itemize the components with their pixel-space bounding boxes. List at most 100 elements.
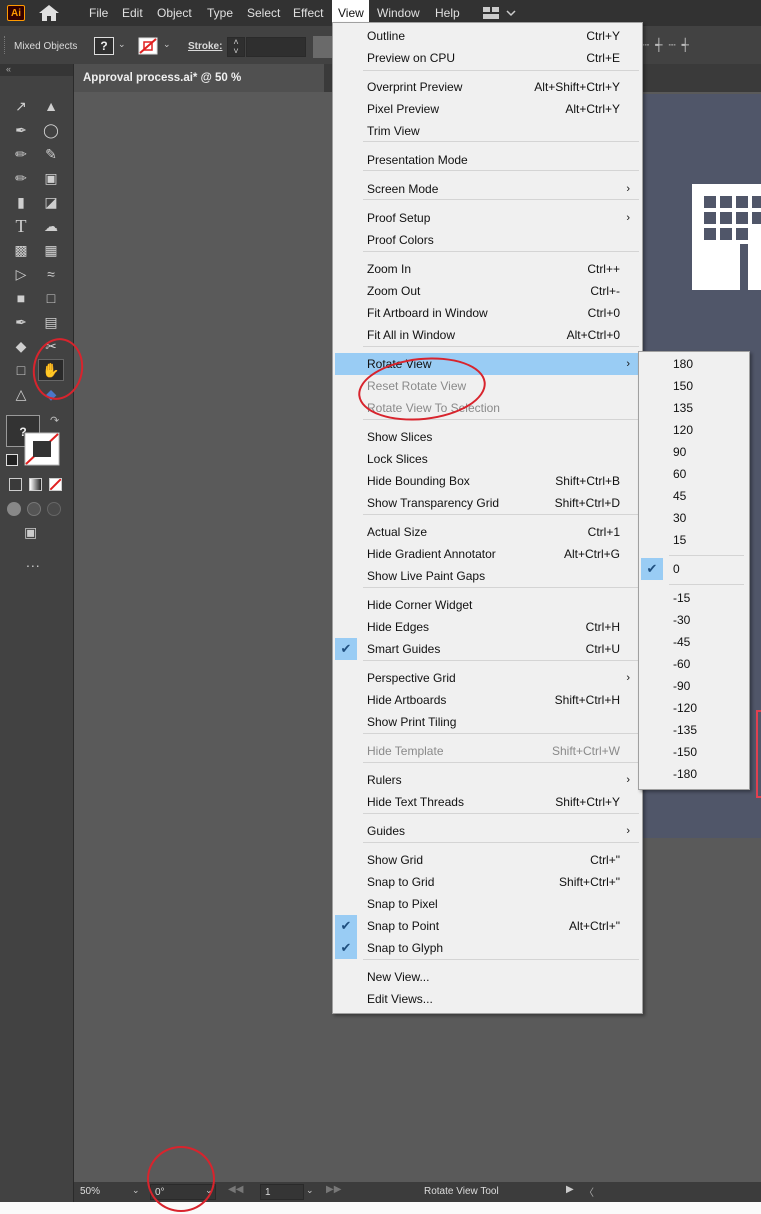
menu-item-lock-slices[interactable]: Lock Slices xyxy=(335,448,638,470)
screen-mode-icon[interactable]: ▣ xyxy=(24,524,48,542)
rotate-option-60[interactable]: 60 xyxy=(641,463,748,485)
rotate-option-minus-120[interactable]: -120 xyxy=(641,697,748,719)
scroll-left-icon[interactable]: 〈 xyxy=(584,1184,594,1199)
menu-item-hide-text-threads[interactable]: Hide Text Threads Shift+Ctrl+Y xyxy=(335,791,638,813)
rotate-option-30[interactable]: 30 xyxy=(641,507,748,529)
stroke-weight-input[interactable] xyxy=(246,37,306,57)
reflect-tool-icon[interactable]: ▷ xyxy=(10,264,32,284)
draw-inside-icon[interactable] xyxy=(47,502,61,516)
gradient-mode-icon[interactable] xyxy=(29,478,42,491)
ellipse-tool-icon[interactable]: ◯ xyxy=(40,120,62,140)
menu-item-screen-mode[interactable]: Screen Mode › xyxy=(335,178,638,200)
more-tools-icon[interactable]: ... xyxy=(26,554,41,570)
menu-item-zoom-in[interactable]: Zoom In Ctrl++ xyxy=(335,258,638,280)
rotate-option-150[interactable]: 150 xyxy=(641,375,748,397)
rotate-option-15[interactable]: 15 xyxy=(641,529,748,551)
shape-builder-tool-icon[interactable]: ■ xyxy=(10,288,32,308)
rotate-option-90[interactable]: 90 xyxy=(641,441,748,463)
menu-item-hide-corner-widget[interactable]: Hide Corner Widget xyxy=(335,594,638,616)
menu-item-proof-colors[interactable]: Proof Colors xyxy=(335,229,638,251)
puppet-warp-tool-icon[interactable]: ▣ xyxy=(40,168,62,188)
scissors-tool-icon[interactable]: ✂ xyxy=(40,336,62,356)
menu-item-snap-to-point[interactable]: ✔ Snap to Point Alt+Ctrl+" xyxy=(335,915,638,937)
menu-object[interactable]: Object xyxy=(151,0,198,26)
menu-type[interactable]: Type xyxy=(201,0,239,26)
document-tab[interactable]: Approval process.ai* @ 50 % (RGB/Preview… xyxy=(74,64,324,112)
workspace-switcher-icon[interactable] xyxy=(482,6,516,20)
3d-tool-icon[interactable]: ◆ xyxy=(40,384,62,404)
eraser-tool-icon[interactable]: ◆ xyxy=(10,336,32,356)
chevron-down-icon[interactable]: ⌄ xyxy=(118,39,126,50)
chevron-down-icon[interactable]: ⌄ xyxy=(132,1185,140,1196)
direct-selection-tool-icon[interactable]: ▲ xyxy=(40,96,62,116)
rotate-option-minus-150[interactable]: -150 xyxy=(641,741,748,763)
menu-item-fit-all-in-window[interactable]: Fit All in Window Alt+Ctrl+0 xyxy=(335,324,638,346)
menu-item-show-grid[interactable]: Show Grid Ctrl+" xyxy=(335,849,638,871)
chevron-down-icon[interactable]: ⌄ xyxy=(205,1185,213,1196)
menu-item-snap-to-grid[interactable]: Snap to Grid Shift+Ctrl+" xyxy=(335,871,638,893)
panel-grip[interactable]: « xyxy=(0,64,73,76)
rotate-option-0[interactable]: ✔ 0 xyxy=(641,558,748,580)
menu-item-guides[interactable]: Guides › xyxy=(335,820,638,842)
hand-tool-icon[interactable]: ✋ xyxy=(38,359,64,381)
menu-item-outline[interactable]: Outline Ctrl+Y xyxy=(335,25,638,47)
rotate-option-135[interactable]: 135 xyxy=(641,397,748,419)
free-transform-tool-icon[interactable]: □ xyxy=(40,288,62,308)
menu-item-zoom-out[interactable]: Zoom Out Ctrl+- xyxy=(335,280,638,302)
status-menu-icon[interactable]: ▶ xyxy=(566,1184,574,1195)
rotate-option-minus-45[interactable]: -45 xyxy=(641,631,748,653)
menu-item-perspective-grid[interactable]: Perspective Grid › xyxy=(335,667,638,689)
menu-item-pixel-preview[interactable]: Pixel Preview Alt+Ctrl+Y xyxy=(335,98,638,120)
menu-file[interactable]: File xyxy=(83,0,114,26)
menu-item-hide-gradient-annotator[interactable]: Hide Gradient Annotator Alt+Ctrl+G xyxy=(335,543,638,565)
menu-item-snap-to-pixel[interactable]: Snap to Pixel xyxy=(335,893,638,915)
symbol-sprayer-tool-icon[interactable]: ☁ xyxy=(40,216,62,236)
artboard-tool-icon[interactable]: □ xyxy=(10,360,32,380)
pencil-tool-icon[interactable]: ✏ xyxy=(10,168,32,188)
rotate-option-120[interactable]: 120 xyxy=(641,419,748,441)
draw-behind-icon[interactable] xyxy=(27,502,41,516)
menu-item-new-view[interactable]: New View... xyxy=(335,966,638,988)
menu-item-rotate-view[interactable]: Rotate View › xyxy=(335,353,638,375)
menu-item-hide-artboards[interactable]: Hide Artboards Shift+Ctrl+H xyxy=(335,689,638,711)
fill-swatch[interactable]: ? xyxy=(94,37,114,55)
rotate-option-minus-30[interactable]: -30 xyxy=(641,609,748,631)
type-tool-icon[interactable]: T xyxy=(10,216,32,236)
menu-select[interactable]: Select xyxy=(241,0,286,26)
perspective-grid-tool-icon[interactable]: △ xyxy=(10,384,32,404)
last-artboard-icon[interactable]: ▶▶ xyxy=(326,1184,341,1195)
rotate-option-minus-135[interactable]: -135 xyxy=(641,719,748,741)
menu-item-proof-setup[interactable]: Proof Setup › xyxy=(335,207,638,229)
paintbrush-tool-icon[interactable]: ✏ xyxy=(10,144,32,164)
menu-item-hide-bounding-box[interactable]: Hide Bounding Box Shift+Ctrl+B xyxy=(335,470,638,492)
menu-item-presentation-mode[interactable]: Presentation Mode xyxy=(335,149,638,171)
width-tool-icon[interactable]: ≈ xyxy=(40,264,62,284)
chevron-down-icon[interactable]: ⌄ xyxy=(163,39,171,50)
home-icon[interactable] xyxy=(38,4,60,22)
blend-tool-icon[interactable]: ◪ xyxy=(40,192,62,212)
align-icons[interactable]: ┄┽┄┽ xyxy=(642,38,761,54)
selection-tool-icon[interactable]: ↗ xyxy=(10,96,32,116)
eyedropper-tool-icon[interactable]: ✒ xyxy=(10,312,32,332)
menu-item-trim-view[interactable]: Trim View xyxy=(335,120,638,142)
menu-item-overprint-preview[interactable]: Overprint Preview Alt+Shift+Ctrl+Y xyxy=(335,76,638,98)
menu-edit[interactable]: Edit xyxy=(116,0,149,26)
none-mode-icon[interactable] xyxy=(49,478,62,491)
menu-item-smart-guides[interactable]: ✔ Smart Guides Ctrl+U xyxy=(335,638,638,660)
first-artboard-icon[interactable]: ◀◀ xyxy=(228,1184,243,1195)
rotate-option-minus-60[interactable]: -60 xyxy=(641,653,748,675)
menu-item-fit-artboard-in-window[interactable]: Fit Artboard in Window Ctrl+0 xyxy=(335,302,638,324)
menu-item-show-print-tiling[interactable]: Show Print Tiling xyxy=(335,711,638,733)
pen-tool-icon[interactable]: ✒ xyxy=(10,120,32,140)
shaper-tool-icon[interactable]: ✎ xyxy=(40,144,62,164)
stroke-swatch[interactable] xyxy=(138,37,158,55)
menu-item-hide-edges[interactable]: Hide Edges Ctrl+H xyxy=(335,616,638,638)
menu-item-edit-views[interactable]: Edit Views... xyxy=(335,988,638,1010)
menu-item-show-transparency-grid[interactable]: Show Transparency Grid Shift+Ctrl+D xyxy=(335,492,638,514)
rotate-option-minus-90[interactable]: -90 xyxy=(641,675,748,697)
default-colors-icon[interactable] xyxy=(6,454,18,466)
mesh-tool-icon[interactable]: ▦ xyxy=(40,240,62,260)
color-mode-icon[interactable] xyxy=(9,478,22,491)
draw-normal-icon[interactable] xyxy=(7,502,21,516)
stroke-stepper[interactable]: ˄ ˅ xyxy=(227,37,245,57)
